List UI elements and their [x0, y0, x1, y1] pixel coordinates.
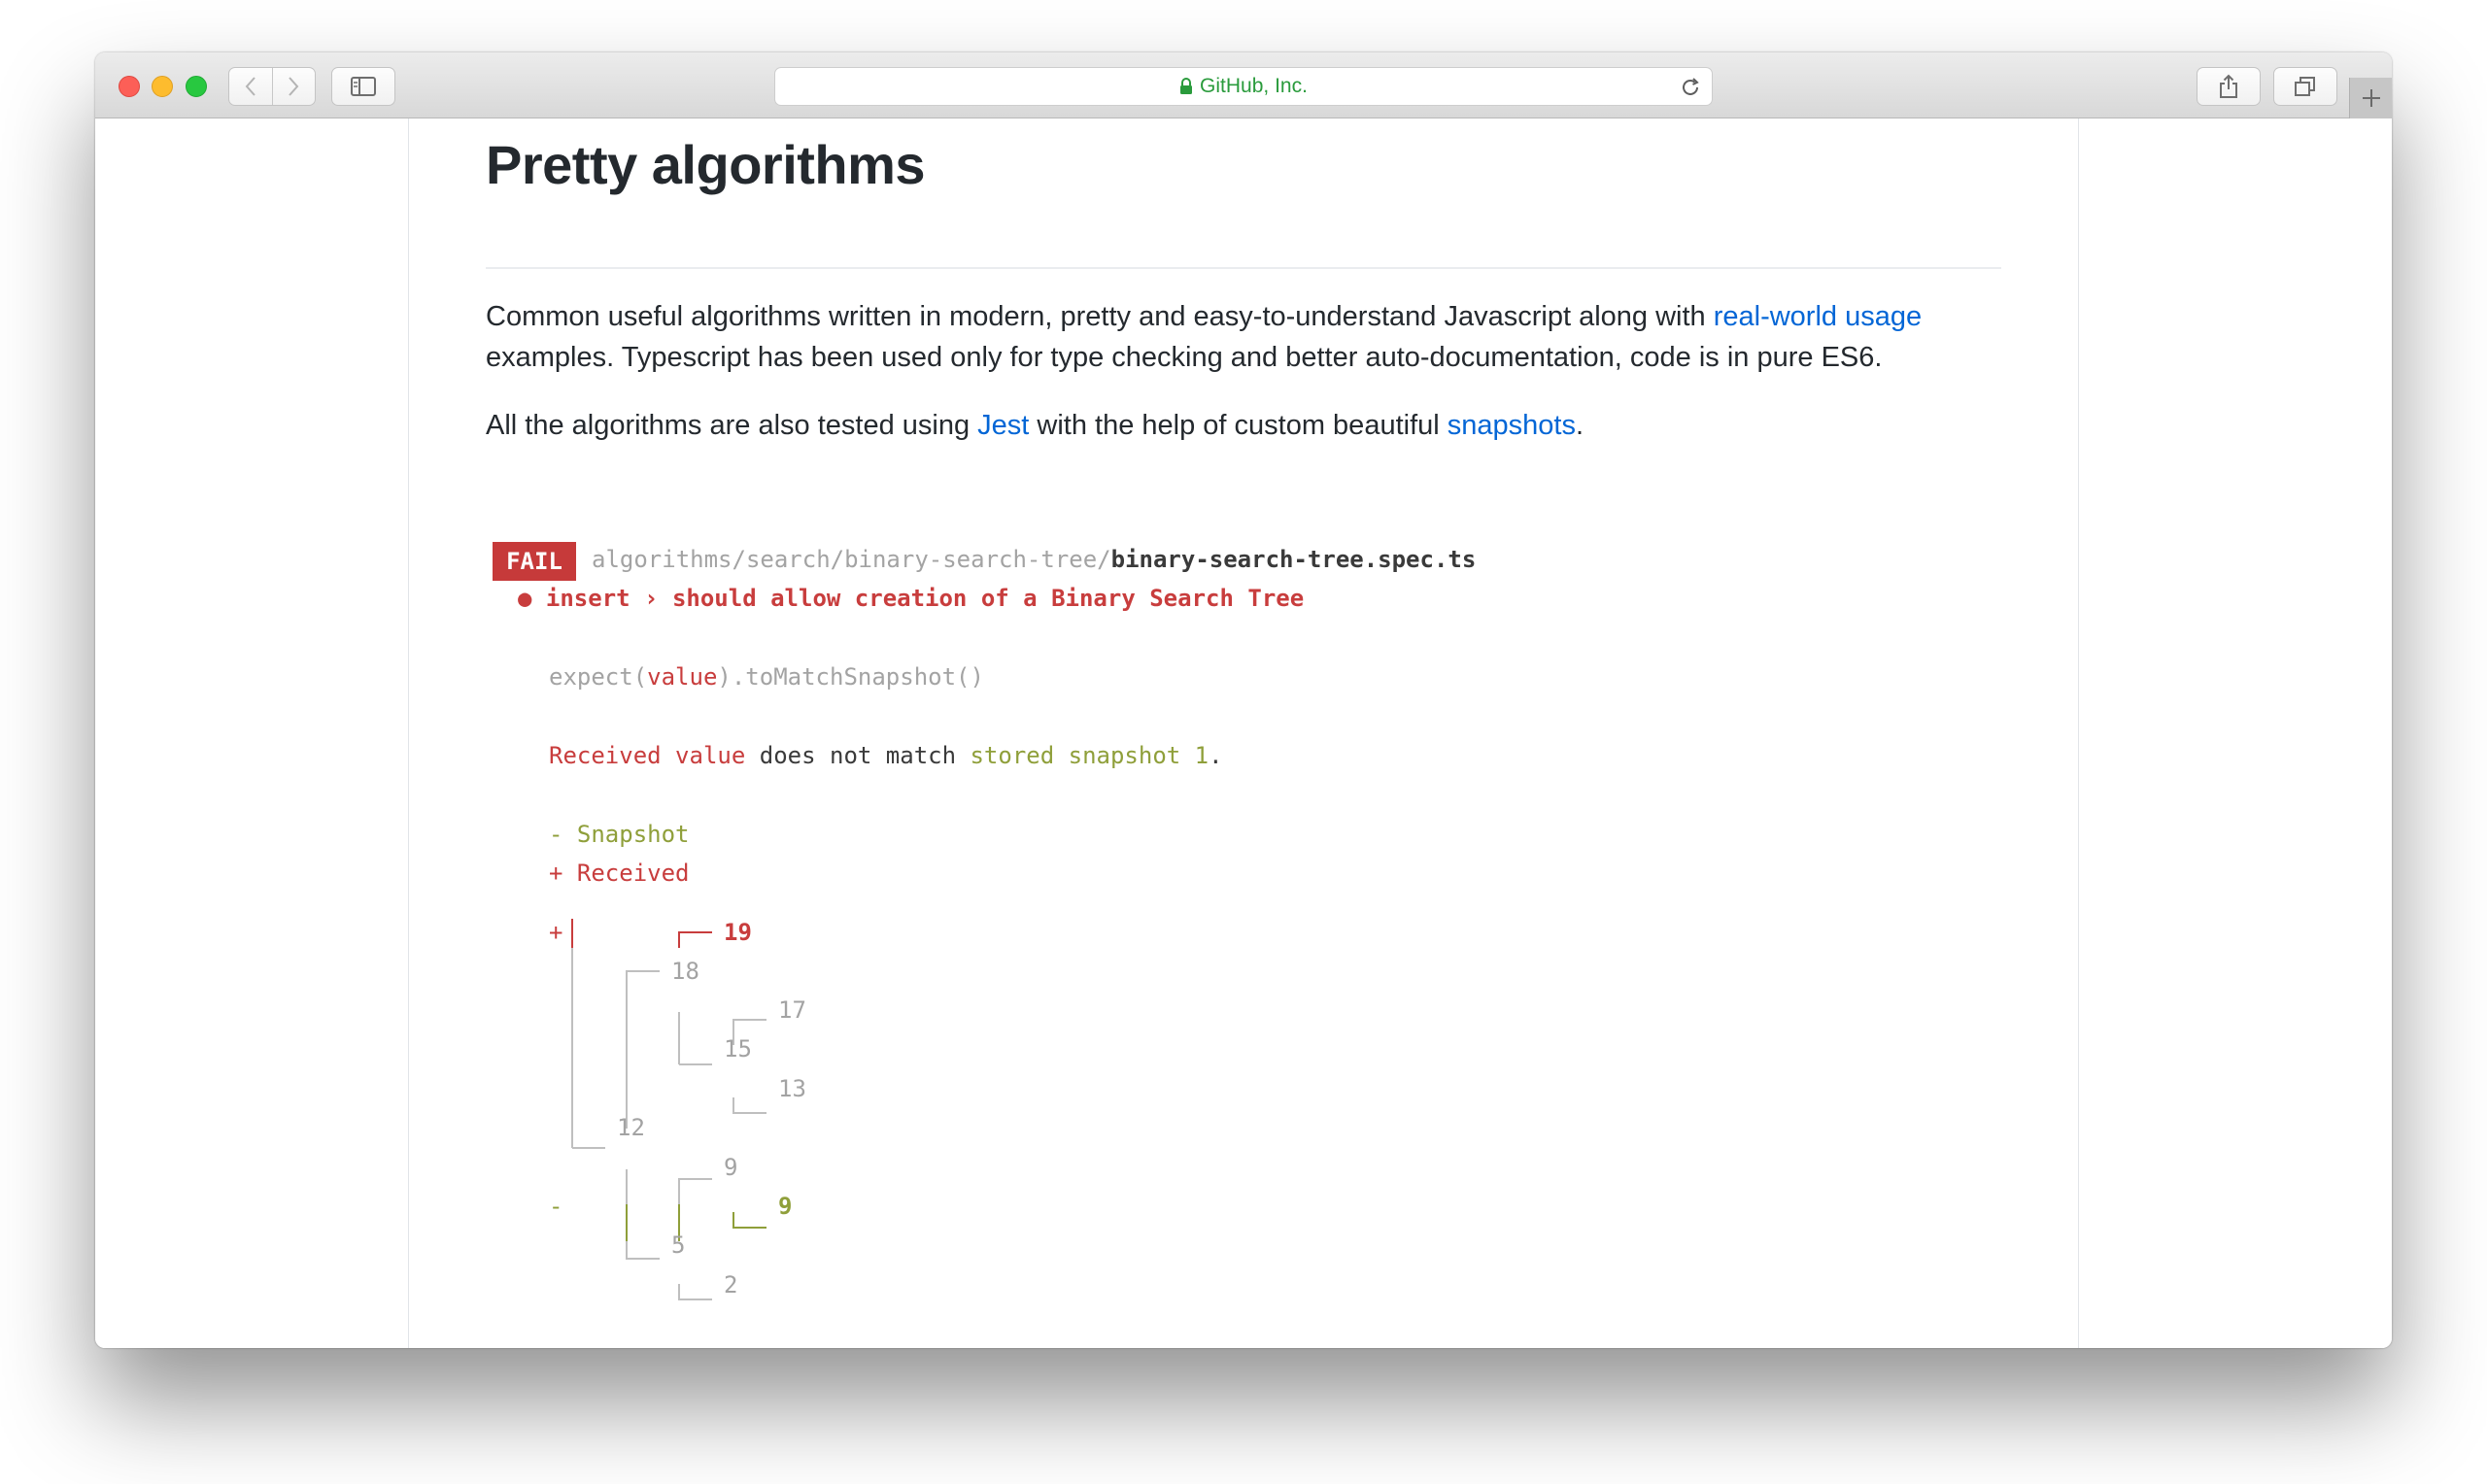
- desktop: GitHub, Inc. Pretty algorithms Common us…: [0, 0, 2487, 1484]
- jest-snapshot-output: FAIL algorithms/search/binary-search-tre…: [489, 540, 1654, 1336]
- title-divider: [486, 267, 2001, 269]
- diff-plus-marker: +: [549, 919, 563, 946]
- intro-text: Common useful algorithms written in mode…: [486, 301, 1714, 332]
- received-period: .: [1209, 742, 1223, 769]
- close-window-button[interactable]: [119, 76, 140, 97]
- share-button[interactable]: [2197, 67, 2261, 106]
- page-content: Pretty algorithms Common useful algorith…: [95, 118, 2392, 1348]
- forward-button[interactable]: [271, 68, 316, 105]
- tabs-icon: [2295, 77, 2315, 96]
- lock-icon: [1180, 78, 1193, 94]
- minimize-window-button[interactable]: [152, 76, 173, 97]
- site-identity: GitHub, Inc.: [1179, 75, 1308, 98]
- intro-paragraph: Common useful algorithms written in mode…: [486, 296, 1922, 378]
- diff-minus-marker: -: [549, 1193, 563, 1220]
- share-icon: [2220, 74, 2237, 98]
- tree-node-15: 15: [724, 1035, 752, 1062]
- sidebar-toggle-button[interactable]: [331, 67, 395, 106]
- tree-node-12: 12: [617, 1114, 645, 1141]
- show-tabs-button[interactable]: [2273, 67, 2337, 106]
- page-title: Pretty algorithms: [486, 134, 926, 195]
- reload-button[interactable]: [1677, 74, 1704, 101]
- zoom-window-button[interactable]: [186, 76, 207, 97]
- address-text: GitHub, Inc.: [1200, 75, 1308, 97]
- tree-node-5: 5: [671, 1231, 686, 1259]
- tree-node-9-green: 9: [778, 1193, 793, 1220]
- note-heading: Note: [486, 1338, 576, 1348]
- back-button[interactable]: [229, 68, 272, 105]
- testing-text-a: All the algorithms are also tested using: [486, 410, 978, 441]
- intro-text-line2: examples. Typescript has been used only …: [486, 342, 1883, 373]
- new-tab-button[interactable]: [2349, 78, 2392, 118]
- browser-window: GitHub, Inc. Pretty algorithms Common us…: [95, 52, 2392, 1348]
- sidebar-icon: [351, 77, 376, 96]
- real-world-usage-link[interactable]: real-world usage: [1714, 301, 1922, 332]
- readme-container: Pretty algorithms Common useful algorith…: [408, 118, 2079, 1348]
- tree-node-17: 17: [778, 996, 806, 1024]
- testing-text-b: with the help of custom beautiful: [1029, 410, 1448, 441]
- tree-node-18: 18: [671, 958, 699, 985]
- address-bar[interactable]: GitHub, Inc.: [774, 67, 1713, 106]
- tree-node-2: 2: [724, 1271, 738, 1298]
- tree-node-13: 13: [778, 1075, 806, 1102]
- testing-text-c: .: [1575, 410, 1584, 441]
- forward-icon: [289, 77, 299, 96]
- test-file-name: binary-search-tree.spec.ts: [1110, 546, 1477, 573]
- reload-icon: [1683, 78, 1699, 95]
- back-icon: [245, 77, 256, 96]
- browser-toolbar: GitHub, Inc.: [95, 52, 2392, 118]
- plus-icon: [2363, 89, 2380, 107]
- testing-paragraph: All the algorithms are also tested using…: [486, 405, 1584, 446]
- tree-node-9-gray: 9: [724, 1154, 738, 1181]
- snapshots-link[interactable]: snapshots: [1448, 410, 1576, 441]
- history-nav-group: [228, 67, 316, 106]
- jest-link[interactable]: Jest: [977, 410, 1029, 441]
- tree-node-19: 19: [724, 919, 752, 946]
